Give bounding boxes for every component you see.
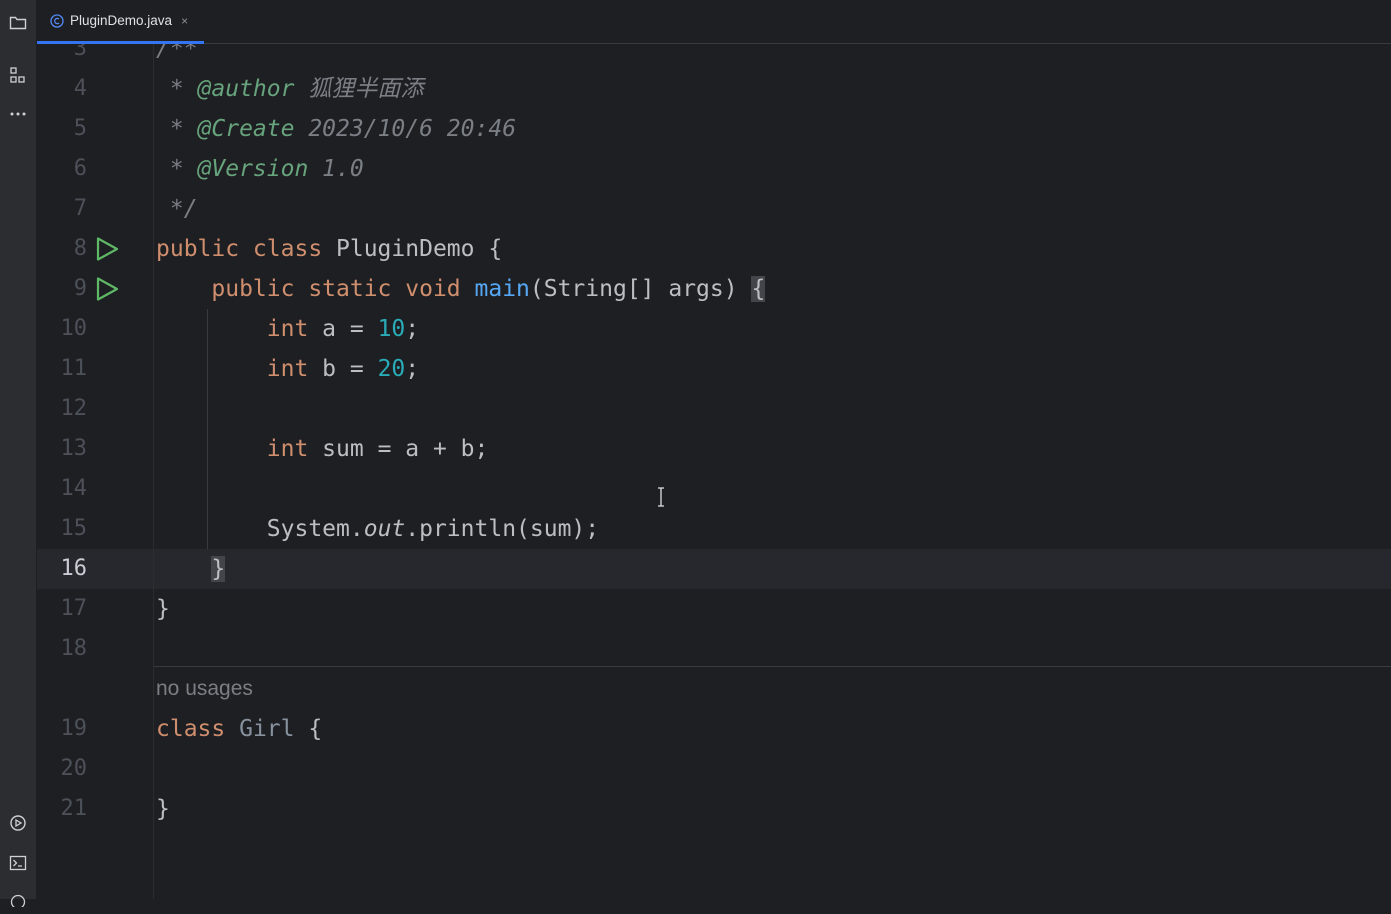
terminal-icon[interactable] bbox=[4, 849, 32, 877]
line-number: 17 bbox=[60, 596, 88, 621]
tab-filename: PluginDemo.java bbox=[70, 13, 173, 28]
code-line-5: * @Create 2023/10/6 20:46 bbox=[156, 116, 517, 142]
code-line-10: int a = 10; bbox=[156, 316, 420, 342]
matched-brace: } bbox=[211, 556, 226, 582]
line-number: 6 bbox=[73, 156, 87, 181]
editor-tab-bar: PluginDemo.java × bbox=[37, 0, 1391, 44]
line-number: 11 bbox=[60, 356, 88, 381]
code-editor[interactable]: 3 4 5 6 7 8 9 10 11 12 13 14 15 16 17 18… bbox=[37, 44, 1391, 899]
gutter[interactable]: 3 4 5 6 7 8 9 10 11 12 13 14 15 16 17 18… bbox=[37, 44, 154, 899]
line-number: 18 bbox=[60, 636, 88, 661]
code-line-15: System.out.println(sum); bbox=[156, 516, 600, 542]
line-number: 7 bbox=[73, 196, 87, 221]
line-number: 19 bbox=[60, 716, 88, 741]
line-number: 13 bbox=[60, 436, 88, 461]
code-line-17: } bbox=[156, 596, 170, 622]
matched-brace: { bbox=[751, 276, 766, 302]
line-number: 4 bbox=[73, 76, 87, 101]
usages-inlay-hint[interactable]: no usages bbox=[156, 669, 253, 709]
code-line-11: int b = 20; bbox=[156, 356, 420, 382]
line-number: 8 bbox=[73, 236, 87, 261]
code-line-6: * @Version 1.0 bbox=[156, 156, 364, 182]
structure-icon[interactable] bbox=[4, 61, 32, 89]
java-class-icon bbox=[50, 13, 64, 28]
editor-tab[interactable]: PluginDemo.java × bbox=[37, 0, 205, 44]
line-number: 9 bbox=[73, 276, 87, 301]
text-cursor-icon bbox=[658, 487, 664, 507]
folder-icon[interactable] bbox=[4, 9, 32, 37]
line-number: 12 bbox=[60, 396, 88, 421]
tool-window-strip bbox=[0, 0, 37, 907]
line-number: 5 bbox=[73, 116, 87, 141]
code-line-19: class Girl { bbox=[156, 716, 323, 742]
problems-icon[interactable] bbox=[4, 886, 32, 914]
current-line-number: 16 bbox=[60, 556, 88, 581]
code-line-3: /** bbox=[156, 44, 198, 62]
line-number: 10 bbox=[60, 316, 88, 341]
run-main-icon[interactable] bbox=[94, 276, 120, 302]
line-number: 15 bbox=[60, 516, 88, 541]
code-line-4: * @author 狐狸半面添 bbox=[156, 76, 424, 102]
more-icon[interactable] bbox=[4, 100, 32, 128]
run-class-icon[interactable] bbox=[94, 236, 120, 262]
code-line-13: int sum = a + b; bbox=[156, 436, 489, 462]
code-line-21: } bbox=[156, 796, 170, 822]
services-icon[interactable] bbox=[4, 809, 32, 837]
line-number: 3 bbox=[73, 44, 87, 61]
method-separator bbox=[154, 666, 1391, 667]
close-icon[interactable]: × bbox=[181, 14, 188, 28]
line-number: 21 bbox=[60, 796, 88, 821]
code-area[interactable]: /** * @author 狐狸半面添 * @Create 2023/10/6 … bbox=[154, 44, 1391, 899]
code-line-8: public class PluginDemo { bbox=[156, 236, 503, 262]
code-line-16: } bbox=[156, 549, 226, 589]
code-line-9: public static void main(String[] args) { bbox=[156, 276, 766, 302]
line-number: 20 bbox=[60, 756, 88, 781]
line-number: 14 bbox=[60, 476, 88, 501]
code-line-7: */ bbox=[156, 196, 198, 222]
